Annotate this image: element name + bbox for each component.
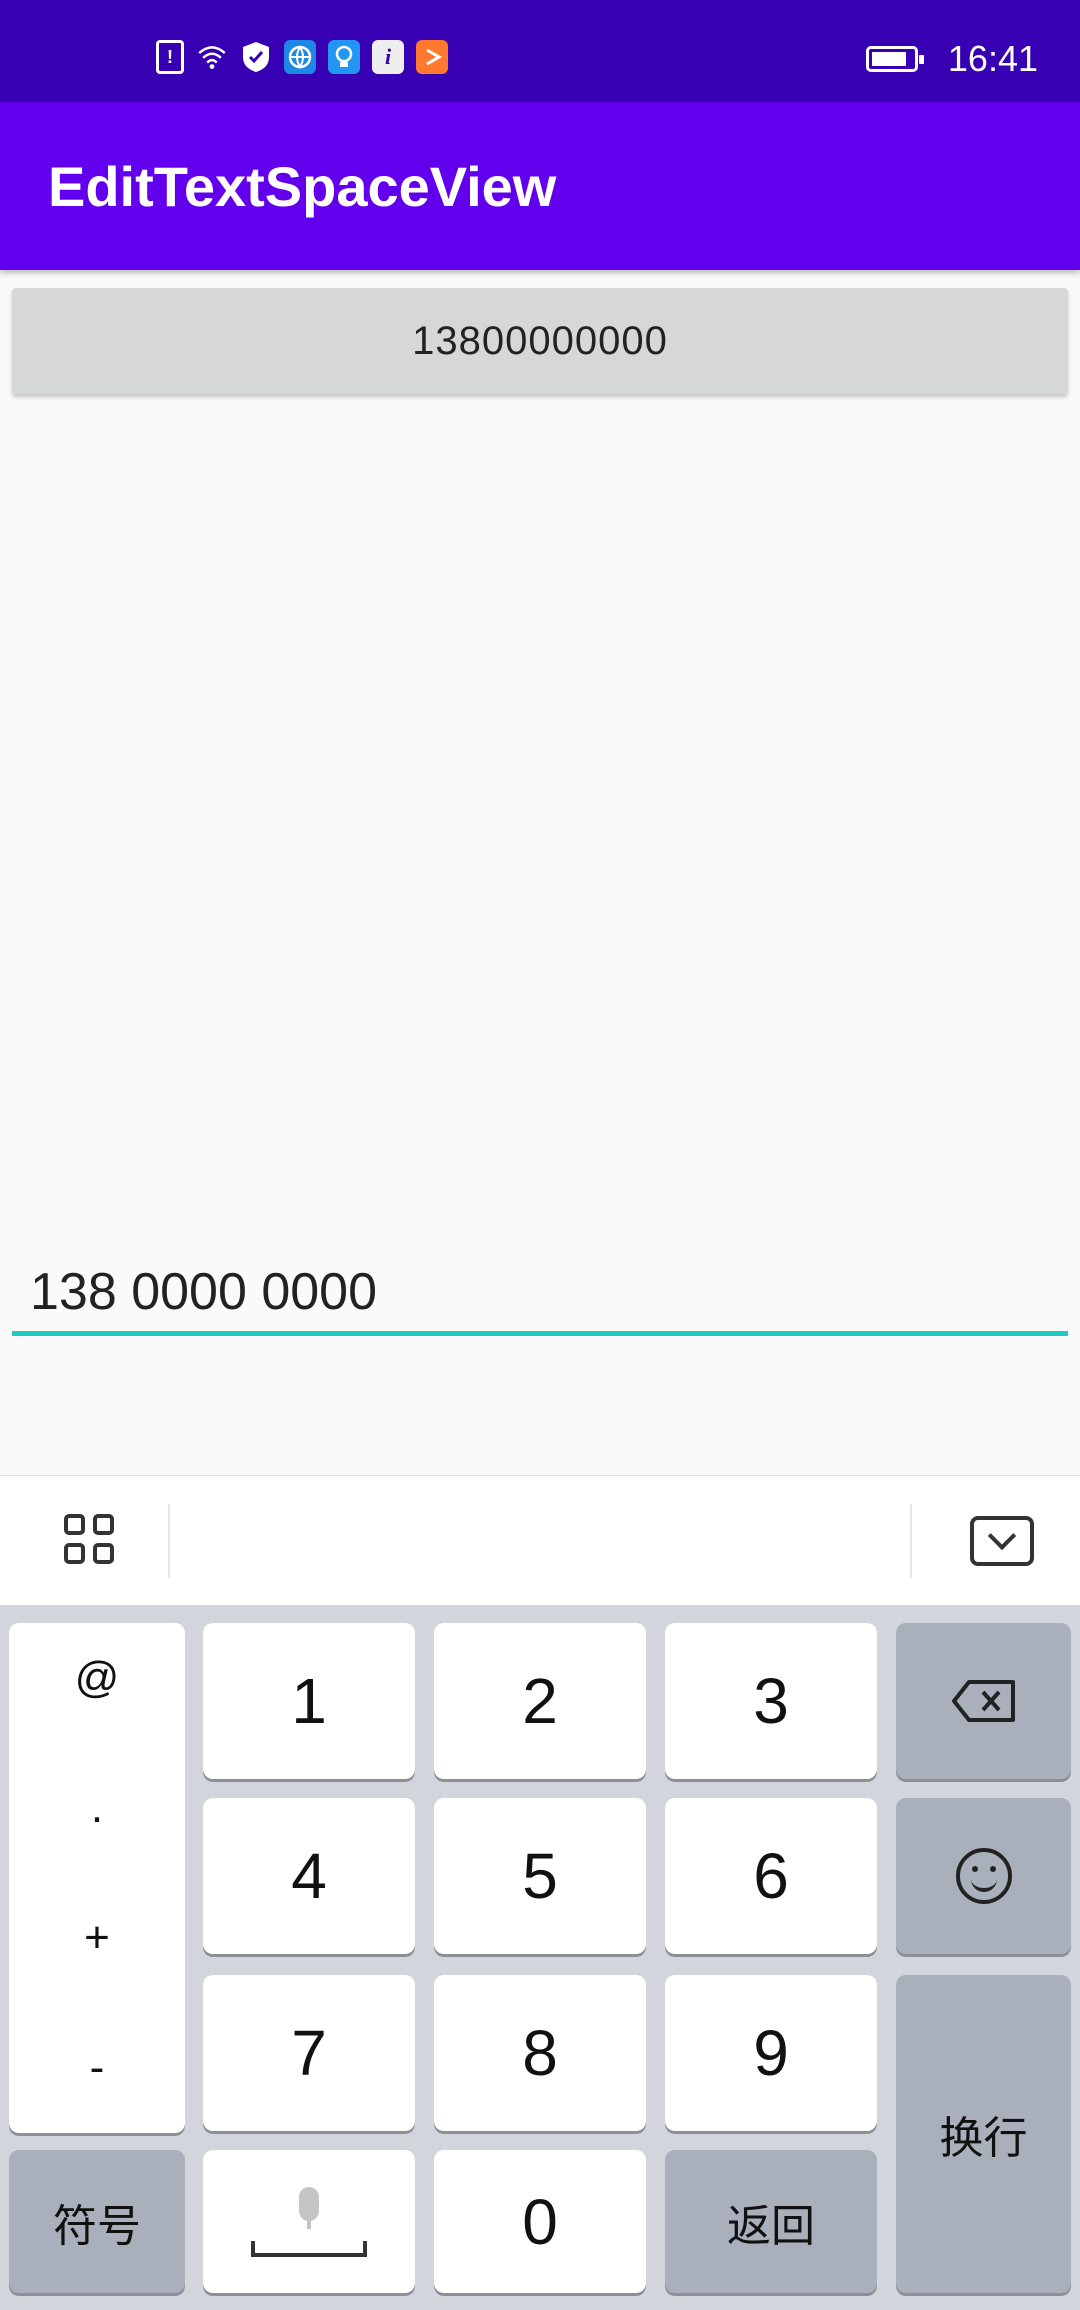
backspace-key[interactable] (896, 1623, 1071, 1779)
key-6[interactable]: 6 (665, 1798, 877, 1954)
edit-field-value: 138 0000 0000 (30, 1263, 378, 1321)
key-2[interactable]: 2 (434, 1623, 646, 1779)
keyboard-toolbar (0, 1475, 1080, 1606)
grid-icon[interactable] (64, 1514, 118, 1568)
collapse-keyboard-icon[interactable] (970, 1516, 1034, 1566)
wifi-icon (196, 40, 228, 74)
backspace-icon (951, 1680, 1015, 1722)
shield-icon (240, 40, 272, 74)
notification-icons: ! i (156, 40, 448, 74)
key-1[interactable]: 1 (203, 1623, 415, 1779)
key-5[interactable]: 5 (434, 1798, 646, 1954)
toolbar-divider (168, 1504, 170, 1578)
info-icon: i (372, 40, 404, 74)
alert-icon: ! (156, 40, 184, 74)
key-4[interactable]: 4 (203, 1798, 415, 1954)
browser-icon (284, 40, 316, 74)
key-plus[interactable]: + (84, 1913, 110, 1963)
emoji-icon (955, 1848, 1012, 1904)
phone-number-button[interactable]: 13800000000 (12, 288, 1068, 394)
symbol-column-key[interactable]: @ . + - (9, 1623, 185, 2133)
numeric-keyboard: @ . + - 1 2 3 4 5 6 7 8 9 换行 符号 0 返回 (0, 1605, 1080, 2310)
key-9[interactable]: 9 (665, 1975, 877, 2131)
enter-key[interactable]: 换行 (896, 1975, 1071, 2293)
microphone-space-icon (249, 2186, 369, 2257)
key-7[interactable]: 7 (203, 1975, 415, 2131)
key-dot[interactable]: . (91, 1783, 103, 1833)
emoji-key[interactable] (896, 1798, 1071, 1954)
status-time: 16:41 (947, 38, 1038, 79)
toolbar-divider (910, 1504, 912, 1578)
key-3[interactable]: 3 (665, 1623, 877, 1779)
back-key[interactable]: 返回 (665, 2150, 877, 2293)
phone-edit-field[interactable]: 138 0000 0000 (12, 1250, 1068, 1336)
bulb-icon (328, 40, 360, 74)
key-minus[interactable]: - (90, 2043, 105, 2093)
app-bar: EditTextSpaceView (0, 102, 1080, 270)
video-icon (416, 40, 448, 74)
status-bar: ! i 16:41 (0, 0, 1080, 102)
battery-icon (866, 46, 924, 72)
symbols-key[interactable]: 符号 (9, 2150, 185, 2293)
edit-field-underline (12, 1331, 1068, 1336)
key-at[interactable]: @ (75, 1653, 120, 1703)
space-key[interactable] (203, 2150, 415, 2293)
key-8[interactable]: 8 (434, 1975, 646, 2131)
key-0[interactable]: 0 (434, 2150, 646, 2293)
app-title: EditTextSpaceView (48, 155, 557, 218)
